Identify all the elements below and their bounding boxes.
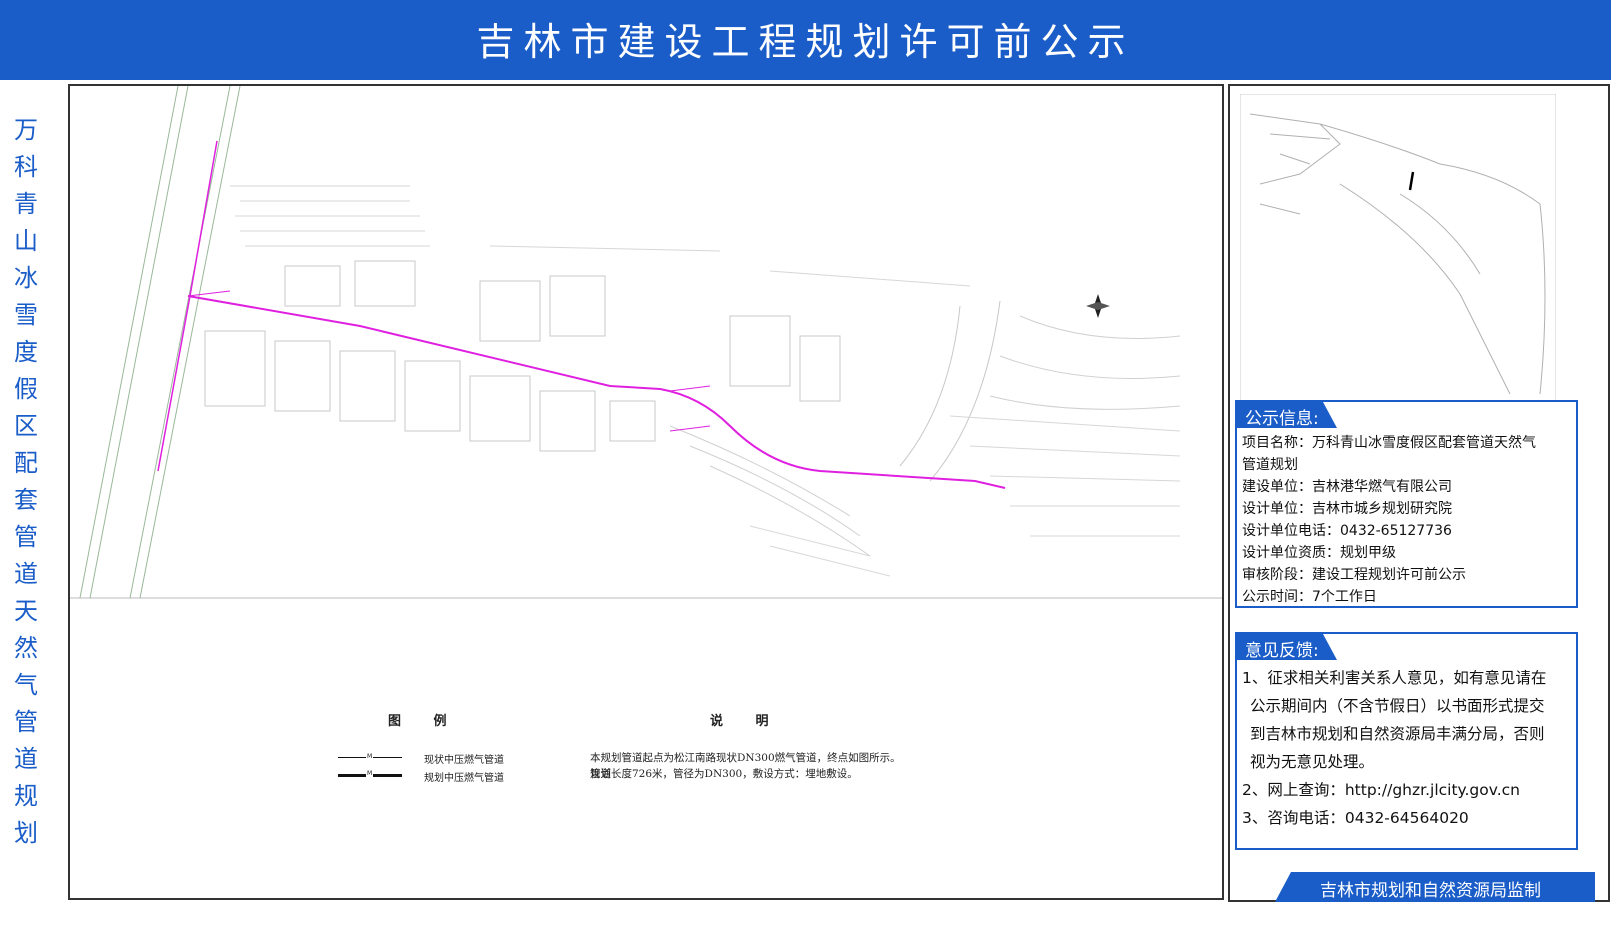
feedback-panel: 意见反馈: 1、征求相关利害关系人意见，如有意见请在 公示期间内（不含节假日）以… (1235, 632, 1578, 850)
vertical-project-title: 万科青山冰雪度假区配套管道天然气管道规划 (8, 112, 44, 852)
feedback-item-1-line-4: 视为无意见处理。 (1250, 753, 1375, 771)
legend-title: 图 例 (388, 714, 461, 729)
vertical-title-char: 科 (14, 153, 38, 181)
supervisor-label: 吉林市规划和自然资源局监制 (1320, 881, 1541, 901)
plan-map-frame: 图 例 说 明 M 现状中压燃气管道 M 规划中压燃气管道 本规划管道起点为松江… (68, 84, 1224, 900)
planned-pipeline (187, 295, 1006, 489)
vertical-title-char: 规 (14, 782, 38, 810)
design-unit-phone: 设计单位电话：0432-65127736 (1242, 523, 1452, 539)
notes-title: 说 明 (710, 714, 783, 729)
vertical-title-char: 配 (14, 449, 38, 477)
publicity-heading: 公示信息: (1245, 409, 1319, 429)
vertical-title-char: 划 (14, 819, 38, 847)
feedback-item-2-url[interactable]: 2、网上查询：http://ghzr.jlcity.gov.cn (1242, 778, 1520, 800)
vertical-title-char: 管 (14, 708, 38, 736)
design-qualification: 设计单位资质：规划甲级 (1242, 545, 1396, 561)
feedback-item-1-line-3: 到吉林市规划和自然资源局丰满分局，否则 (1250, 725, 1545, 743)
vertical-title-char: 气 (14, 671, 38, 699)
location-key-map (1240, 94, 1556, 404)
existing-pipe-mark: M (366, 753, 374, 760)
design-unit: 设计单位：吉林市城乡规划研究院 (1242, 501, 1452, 517)
hatched-zones (230, 185, 1181, 577)
vertical-title-char: 假 (14, 375, 38, 403)
legend-planned-label: 规划中压燃气管道 (424, 773, 504, 784)
planned-pipe-mark: M (366, 770, 374, 777)
vertical-title-char: 区 (14, 412, 38, 440)
north-arrow (1086, 294, 1110, 318)
vertical-title-char: 度 (14, 338, 38, 366)
building-blocks (204, 260, 1001, 482)
vertical-title-char: 山 (14, 227, 38, 255)
builder-unit: 建设单位：吉林港华燃气有限公司 (1242, 479, 1452, 495)
feedback-heading: 意见反馈: (1245, 641, 1319, 661)
feedback-item-1-line-1: 1、征求相关利害关系人意见，如有意见请在 (1242, 669, 1547, 687)
publicity-period: 公示时间：7个工作日 (1242, 589, 1377, 605)
existing-pipeline (157, 140, 218, 472)
vertical-title-char: 天 (14, 597, 38, 625)
review-stage: 审核阶段：建设工程规划许可前公示 (1242, 567, 1466, 583)
project-name-line-2: 管道规划 (1242, 457, 1298, 473)
vertical-title-char: 套 (14, 486, 38, 514)
vertical-title-char: 冰 (14, 264, 38, 292)
feedback-item-1-line-2: 公示期间内（不含节假日）以书面形式提交 (1250, 697, 1545, 715)
notes-line-2: 管道长度726米，管径为DN300，敷设方式：埋地敷设。 (590, 768, 858, 780)
vertical-title-char: 道 (14, 745, 38, 773)
publicity-info-panel: 公示信息: 项目名称：万科青山冰雪度假区配套管道天然气 管道规划 建设单位：吉林… (1235, 400, 1578, 608)
vertical-title-char: 道 (14, 560, 38, 588)
feedback-item-3-phone: 3、咨询电话：0432-64564020 (1242, 809, 1469, 827)
vertical-title-char: 雪 (14, 301, 38, 329)
page-title: 吉林市建设工程规划许可前公示 (476, 20, 1135, 64)
project-name-line-1: 项目名称：万科青山冰雪度假区配套管道天然气 (1242, 435, 1536, 451)
legend-existing-label: 现状中压燃气管道 (424, 755, 504, 766)
road-corridor (79, 86, 241, 599)
terrain-contours (669, 315, 1181, 557)
vertical-title-char: 万 (14, 116, 38, 144)
vertical-title-char: 青 (14, 190, 38, 218)
vertical-title-char: 管 (14, 523, 38, 551)
vertical-title-char: 然 (14, 634, 38, 662)
